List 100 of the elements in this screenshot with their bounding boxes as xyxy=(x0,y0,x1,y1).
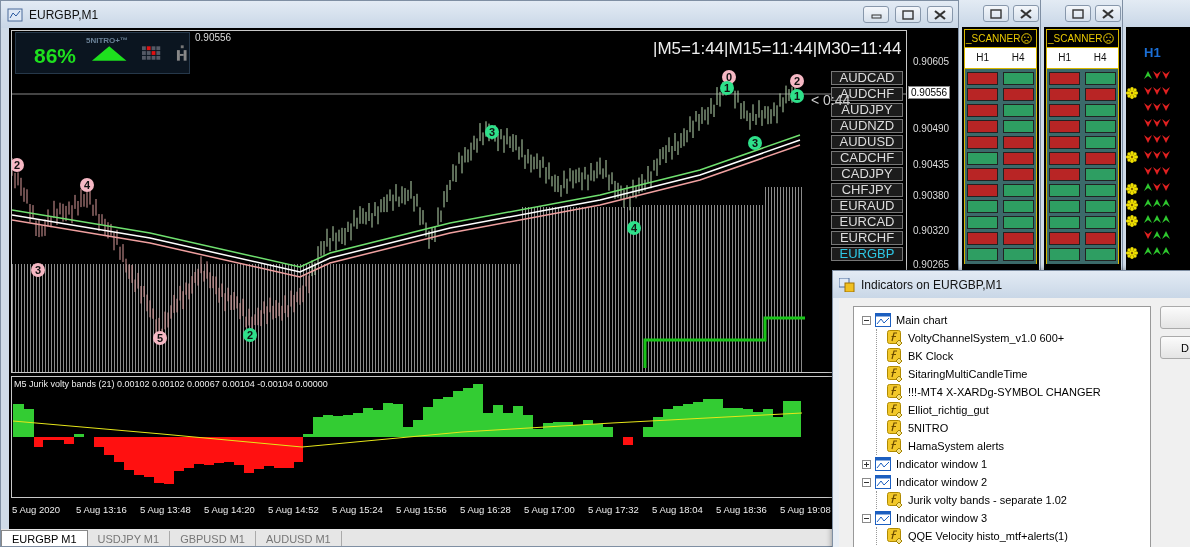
tree-item[interactable]: Indicator window 2 xyxy=(895,476,989,488)
tree-item[interactable]: Main chart xyxy=(895,314,949,326)
chart-window-icon xyxy=(875,313,891,327)
symbol-button[interactable]: AUDUSD xyxy=(831,135,903,149)
wave-label: 3 xyxy=(485,125,499,139)
close-icon xyxy=(1018,7,1034,20)
maximize-button[interactable] xyxy=(895,6,921,23)
minimize-button[interactable] xyxy=(863,6,889,23)
tree-item[interactable]: VoltyChannelSystem_v1.0 600+ xyxy=(907,332,1066,344)
grid-icon xyxy=(142,45,162,61)
tree-item[interactable]: Indicator window 3 xyxy=(895,512,989,524)
symbol-button[interactable]: EURAUD xyxy=(831,199,903,213)
wave-label: 2 xyxy=(12,158,24,172)
time-label: 5 Aug 17:00 xyxy=(524,503,576,515)
wave-label: 2 xyxy=(790,74,804,88)
column-header: H4 xyxy=(1092,51,1108,65)
tree-item[interactable]: QQE Velocity histo_mtf+alerts(1) xyxy=(907,530,1069,542)
symbol-button[interactable]: CHFJPY xyxy=(831,183,903,197)
sad-face-icon xyxy=(1103,33,1115,44)
chart-window-icon xyxy=(875,511,891,525)
price-label: 0.90380 xyxy=(912,190,951,201)
symbol-button[interactable]: CADJPY xyxy=(831,167,903,181)
scanner-title: _SCANNER xyxy=(966,33,1021,44)
wave-label: 0 xyxy=(722,70,736,84)
price-label: 0.90435 xyxy=(912,159,951,170)
timeframe-label: H1 xyxy=(1144,45,1161,60)
maximize-button[interactable] xyxy=(983,5,1009,22)
price-label: 0.90265 xyxy=(912,259,951,270)
symbol-button[interactable]: EURGBP xyxy=(831,247,903,261)
tree-item[interactable]: Elliot_richtig_gut xyxy=(907,404,990,416)
collapse-icon[interactable] xyxy=(862,315,871,325)
indicator-icon xyxy=(887,366,903,382)
close-button[interactable] xyxy=(1095,5,1121,22)
tree-item[interactable]: Indicator window 1 xyxy=(895,458,989,470)
maximize-icon xyxy=(1070,7,1086,20)
price-label: 0.90320 xyxy=(912,225,951,236)
dialog-button[interactable]: D xyxy=(1160,336,1190,359)
tree-item[interactable]: SitaringMultiCandleTime xyxy=(907,368,1029,380)
wave-label: 1 xyxy=(720,81,734,95)
symbol-button[interactable]: AUDCAD xyxy=(831,71,903,85)
indicator-icon xyxy=(887,492,903,508)
close-icon xyxy=(1100,7,1116,20)
collapse-icon[interactable] xyxy=(862,513,871,523)
tree-item[interactable]: BK Clock xyxy=(907,350,955,362)
close-button[interactable] xyxy=(927,6,953,23)
time-label: 5 Aug 2020 xyxy=(12,503,62,515)
tree-item[interactable]: 5NITRO xyxy=(907,422,950,434)
maximize-icon xyxy=(900,8,916,21)
indicator-label: M5 Jurik volty bands (21) 0.00102 0.00102 0.00067 0.00104 -0.00104 0.00000 xyxy=(14,379,328,389)
time-label: 5 Aug 14:20 xyxy=(204,503,256,515)
time-label: 5 Aug 15:24 xyxy=(332,503,384,515)
chart-window-icon xyxy=(7,7,23,22)
indicator-icon xyxy=(887,528,903,544)
symbol-button[interactable]: CADCHF xyxy=(831,151,903,165)
indicator-icon xyxy=(887,384,903,400)
time-label: 5 Aug 13:48 xyxy=(140,503,192,515)
chart-window-icon xyxy=(875,475,891,489)
symbol-button[interactable]: AUDNZD xyxy=(831,119,903,133)
title-bar xyxy=(1123,0,1190,27)
indicator-icon xyxy=(887,420,903,436)
maximize-button[interactable] xyxy=(1065,5,1091,22)
price-label: 0.90490 xyxy=(912,123,951,134)
time-label: 5 Aug 15:56 xyxy=(396,503,448,515)
wave-label: 3 xyxy=(748,136,762,150)
expand-icon[interactable] xyxy=(862,459,871,469)
indicator-icon xyxy=(887,438,903,454)
sad-face-icon xyxy=(1021,33,1033,44)
percent-value: 86% xyxy=(34,44,77,68)
indicator-icon xyxy=(887,330,903,346)
time-label: 5 Aug 17:32 xyxy=(588,503,640,515)
close-icon xyxy=(932,8,948,21)
symbol-button[interactable]: EURCHF xyxy=(831,231,903,245)
chart-window-icon xyxy=(875,457,891,471)
dialog-title: Indicators on EURGBP,M1 xyxy=(861,277,1003,292)
maximize-icon xyxy=(988,7,1004,20)
timeframe-timer: |M5=1:44|M15=11:44|M30=11:44 xyxy=(653,39,902,59)
column-header: H1 xyxy=(1057,51,1073,65)
dialog-icon xyxy=(839,277,855,292)
time-label: 5 Aug 18:36 xyxy=(716,503,768,515)
time-label: 5 Aug 13:16 xyxy=(76,503,128,515)
price-label: 0.90605 xyxy=(912,56,951,67)
tree-item[interactable]: HamaSystem alerts xyxy=(907,440,1005,452)
time-label: 5 Aug 14:52 xyxy=(268,503,320,515)
wave-label: 1 xyxy=(790,89,804,103)
close-button[interactable] xyxy=(1013,5,1039,22)
scanner-title: _SCANNER xyxy=(1048,33,1103,44)
window-title: EURGBP,M1 xyxy=(29,7,99,22)
collapse-icon[interactable] xyxy=(862,477,871,487)
chart-tab[interactable]: EURGBP M1 xyxy=(1,530,88,546)
tree-item[interactable]: !!!-MT4 X-XARDg-SYMBOL CHANGER xyxy=(907,386,1102,398)
tree-item[interactable]: Jurik volty bands - separate 1.02 xyxy=(907,494,1068,506)
time-label: 5 Aug 19:08 xyxy=(780,503,832,515)
wave-label: 4 xyxy=(80,178,94,192)
price-label: 0.90556 xyxy=(908,86,951,99)
time-label: 5 Aug 18:04 xyxy=(652,503,704,515)
column-header: H4 xyxy=(1010,51,1026,65)
symbol-button[interactable]: EURCAD xyxy=(831,215,903,229)
panel-brand: 5NITRO+™ xyxy=(86,36,128,45)
time-label: 5 Aug 16:28 xyxy=(460,503,512,515)
indicator-icon xyxy=(887,348,903,364)
